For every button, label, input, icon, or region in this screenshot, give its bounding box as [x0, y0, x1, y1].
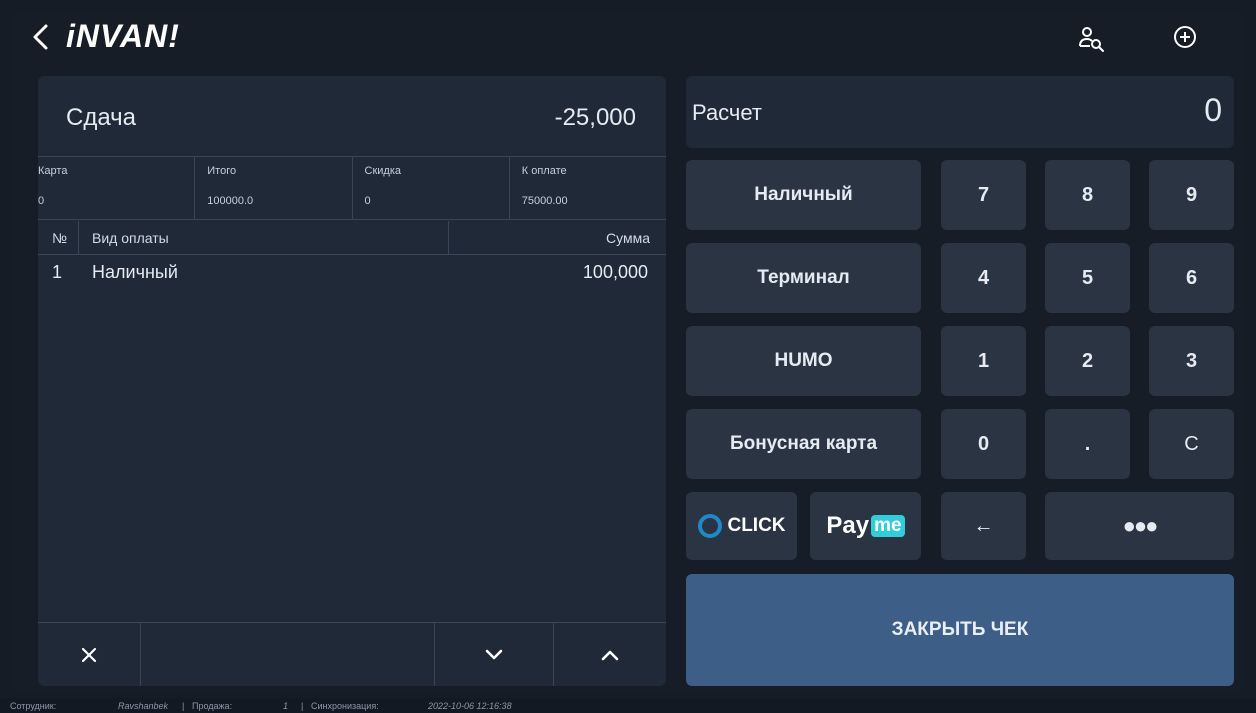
- employee-value: Ravshanbek: [118, 701, 169, 711]
- column-header-sum: Сумма: [606, 230, 650, 246]
- key-4[interactable]: 4: [941, 243, 1026, 313]
- summary-value: 0: [38, 195, 45, 207]
- calc-value: 0: [1204, 92, 1222, 128]
- sync-label: Синхронизация:: [311, 701, 379, 711]
- user-search-button[interactable]: [1076, 24, 1106, 54]
- summary-label: Скидка: [364, 165, 402, 177]
- payme-logo: Pay me: [826, 512, 905, 540]
- sale-value: 1: [283, 701, 289, 711]
- plus-circle-icon: [1174, 26, 1196, 48]
- payme-pay-label: Pay: [826, 512, 870, 539]
- click-label: CLICK: [727, 515, 786, 536]
- summary-label: К оплате: [521, 165, 567, 177]
- table-row[interactable]: 1 Наличный 100,000: [38, 256, 666, 290]
- column-header-num: №: [52, 230, 68, 246]
- summary-label: Итого: [207, 165, 237, 177]
- key-1[interactable]: 1: [941, 326, 1026, 396]
- chevron-up-icon: [601, 650, 619, 660]
- summary-label: Карта: [38, 165, 68, 177]
- backspace-button[interactable]: ←: [941, 492, 1026, 560]
- column-divider: [448, 221, 449, 255]
- cash-button[interactable]: Наличный: [686, 160, 921, 230]
- key-6[interactable]: 6: [1149, 243, 1234, 313]
- more-button[interactable]: ●●●: [1045, 492, 1234, 560]
- scroll-up-button[interactable]: [554, 623, 666, 686]
- key-5[interactable]: 5: [1045, 243, 1130, 313]
- key-7[interactable]: 7: [941, 160, 1026, 230]
- calc-display: Расчет 0: [686, 76, 1234, 148]
- summary-value: 0: [364, 195, 371, 207]
- change-value: -25,000: [554, 104, 636, 131]
- user-search-icon: [1079, 27, 1104, 52]
- status-separator: |: [182, 701, 185, 711]
- close-icon: [81, 647, 97, 662]
- sale-label: Продажа:: [192, 701, 233, 711]
- add-button[interactable]: [1170, 24, 1200, 54]
- column-header-type: Вид оплаты: [92, 230, 169, 246]
- payme-button[interactable]: Pay me: [810, 492, 921, 560]
- key-8[interactable]: 8: [1045, 160, 1130, 230]
- close-check-button[interactable]: ЗАКРЫТЬ ЧЕК: [686, 574, 1234, 686]
- status-bar: Сотрудник: Ravshanbek | Продажа: 1 | Син…: [0, 698, 1256, 713]
- payments-table-header: № Вид оплаты Сумма: [38, 221, 666, 255]
- summary-value: 100000.0: [207, 195, 254, 207]
- delete-payment-button[interactable]: [38, 623, 141, 686]
- app-logo: iNVAN!: [66, 18, 180, 54]
- summary-value: 75000.00: [521, 195, 568, 207]
- employee-label: Сотрудник:: [10, 701, 57, 711]
- scroll-down-button[interactable]: [435, 623, 554, 686]
- row-sum: 100,000: [582, 262, 648, 282]
- bonus-card-button[interactable]: Бонусная карта: [686, 409, 921, 479]
- payme-me-label: me: [871, 515, 905, 537]
- summary-discount: Скидка 0: [353, 157, 510, 219]
- chevron-down-icon: [485, 649, 503, 659]
- humo-button[interactable]: HUMO: [686, 326, 921, 396]
- key-2[interactable]: 2: [1045, 326, 1130, 396]
- key-decimal[interactable]: .: [1045, 409, 1130, 479]
- table-toolbar: [38, 622, 666, 686]
- row-num: 1: [52, 262, 63, 282]
- backspace-icon: ←: [973, 514, 994, 537]
- row-type: Наличный: [92, 262, 178, 282]
- change-row: Сдача -25,000: [38, 76, 666, 156]
- summary-to-pay: К оплате 75000.00: [510, 157, 666, 219]
- summary-total: Итого 100000.0: [195, 157, 353, 219]
- key-9[interactable]: 9: [1149, 160, 1234, 230]
- column-divider: [78, 221, 79, 255]
- sync-value: 2022-10-06 12:16:38: [428, 701, 512, 711]
- click-logo: CLICK: [697, 513, 786, 539]
- receipt-panel: Сдача -25,000 Карта 0 Итого 100000.0 Ски…: [38, 76, 666, 686]
- toolbar-spacer: [141, 623, 435, 686]
- click-button[interactable]: CLICK: [686, 492, 797, 560]
- calc-label: Расчет: [692, 100, 762, 125]
- terminal-button[interactable]: Терминал: [686, 243, 921, 313]
- summary-card: Карта 0: [38, 157, 196, 219]
- key-3[interactable]: 3: [1149, 326, 1234, 396]
- back-button[interactable]: [30, 20, 52, 54]
- summary-row: Карта 0 Итого 100000.0 Скидка 0 К оплате…: [38, 156, 666, 220]
- key-0[interactable]: 0: [941, 409, 1026, 479]
- status-separator: |: [301, 701, 304, 711]
- change-label: Сдача: [66, 104, 137, 131]
- more-icon: ●●●: [1122, 513, 1159, 538]
- click-logo-icon: [698, 514, 723, 538]
- top-bar: iNVAN!: [0, 0, 1256, 62]
- chevron-left-icon: [33, 24, 48, 50]
- key-clear[interactable]: C: [1149, 409, 1234, 479]
